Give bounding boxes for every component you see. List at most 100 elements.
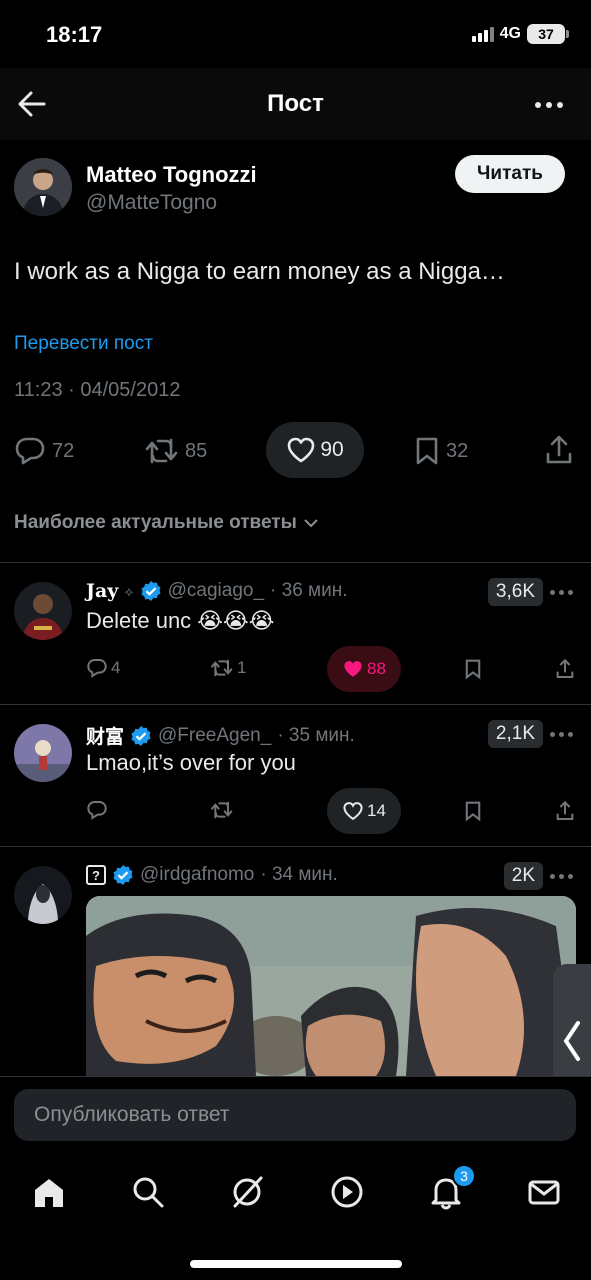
repost-icon [145, 438, 178, 464]
author-handle[interactable]: @MatteTogno [86, 191, 217, 215]
avatar[interactable] [14, 582, 72, 640]
reply-button[interactable]: 72 [14, 436, 74, 466]
reply-header: Jay ⟡ @cagiago_ · 36 мин. [86, 580, 348, 602]
comment-icon [87, 659, 107, 678]
status-time: 18:17 [46, 22, 103, 47]
repost-button[interactable] [210, 800, 234, 820]
author-name[interactable]: Matteo Tognozzi [86, 162, 257, 188]
reply-author-name[interactable]: 财富 [86, 722, 124, 749]
like-button[interactable]: 90 [266, 422, 364, 478]
share-button[interactable] [555, 658, 575, 680]
reply-count: 72 [52, 439, 75, 462]
reply-author-name[interactable]: Jay [86, 580, 118, 602]
translate-link[interactable]: Перевести пост [14, 333, 153, 355]
tab-home[interactable] [29, 1172, 69, 1212]
unknown-glyph-icon: ? [86, 865, 106, 885]
more-options-button[interactable] [535, 102, 563, 108]
bookmark-count: 32 [446, 439, 469, 462]
repost-button[interactable]: 1 [210, 658, 246, 678]
post-timestamp: 11:23 · 04/05/2012 [14, 379, 181, 401]
view-count-badge: 3,6K [487, 578, 543, 606]
tab-grok[interactable] [227, 1172, 267, 1212]
page-title: Пост [267, 90, 324, 117]
share-icon [556, 658, 574, 678]
repost-icon [211, 659, 233, 677]
tab-messages[interactable] [524, 1172, 564, 1212]
chevron-left-icon [563, 1021, 580, 1061]
like-button[interactable]: 14 [327, 788, 401, 834]
repost-count: 85 [185, 439, 208, 462]
tab-video[interactable] [327, 1172, 367, 1212]
repost-count: 1 [237, 658, 247, 677]
reply-author-handle[interactable]: @irdgafnomo [140, 864, 254, 886]
divider [0, 846, 591, 847]
search-icon [133, 1177, 164, 1208]
reply-text: Lmao,it’s over for you [86, 750, 296, 775]
comment-icon [15, 437, 45, 465]
view-count-badge: 2K [503, 862, 543, 890]
bookmark-button[interactable]: 32 [414, 436, 468, 466]
repost-icon [211, 801, 233, 819]
sort-label: Наиболее актуальные ответы [14, 512, 297, 533]
heart-icon [343, 802, 363, 821]
bookmark-icon [465, 659, 481, 680]
post-text: I work as a Nigga to earn money as a Nig… [14, 258, 505, 285]
verified-badge-icon [131, 725, 151, 746]
signal-icon [471, 26, 494, 42]
like-count: 88 [367, 659, 386, 678]
share-button[interactable] [555, 800, 575, 822]
reply-more-button[interactable] [550, 874, 573, 879]
reply-time: · 36 мин. [270, 580, 348, 601]
reply-more-button[interactable] [550, 732, 573, 737]
divider [0, 704, 591, 705]
play-icon [331, 1176, 363, 1208]
notification-badge: 3 [452, 1164, 476, 1188]
avatar[interactable] [14, 158, 72, 216]
like-count: 14 [367, 801, 386, 820]
tab-notifications[interactable]: 3 [426, 1164, 476, 1212]
share-icon [556, 800, 574, 820]
chevron-down-icon [304, 519, 318, 528]
reply-time: · 34 мин. [260, 864, 338, 885]
reply-button[interactable]: 4 [86, 658, 120, 678]
post-actions: 72 85 90 32 [0, 422, 591, 482]
view-count-badge: 2,1K [487, 720, 543, 748]
home-indicator [190, 1260, 402, 1268]
reply-text: Delete unc 😭😭😭 [86, 608, 275, 633]
like-count: 90 [320, 438, 344, 461]
bookmark-icon [416, 437, 438, 465]
reply-actions: 4 1 88 [0, 646, 591, 694]
reply-actions: 14 [0, 788, 591, 836]
home-icon [35, 1179, 63, 1207]
sort-dropdown[interactable]: Наиболее актуальные ответы [14, 512, 319, 534]
bookmark-button[interactable] [464, 800, 482, 822]
repost-button[interactable]: 85 [145, 436, 207, 466]
bottom-tab-bar: 3 [0, 1156, 591, 1280]
like-button[interactable]: 88 [327, 646, 401, 692]
heart-filled-icon [344, 661, 362, 677]
reply-author-handle[interactable]: @FreeAgen_ [158, 725, 271, 747]
reply-input[interactable]: Опубликовать ответ [14, 1089, 576, 1141]
share-button[interactable] [544, 434, 574, 466]
reply-header: 财富 @FreeAgen_ · 35 мин. [86, 722, 355, 749]
bookmark-button[interactable] [464, 658, 482, 680]
network-label: 4G [499, 25, 521, 42]
verified-badge-icon [141, 581, 161, 601]
status-indicators: 4G 37 [471, 24, 569, 44]
battery-icon: 37 [527, 24, 569, 44]
avatar[interactable] [14, 724, 72, 782]
reply-more-button[interactable] [550, 590, 573, 595]
reply-composer: Опубликовать ответ [0, 1076, 591, 1156]
avatar[interactable] [14, 866, 72, 924]
follow-button[interactable]: Читать [455, 155, 565, 193]
reply-author-handle[interactable]: @cagiago_ [168, 580, 264, 602]
divider [0, 562, 591, 563]
tab-search[interactable] [128, 1172, 168, 1212]
mail-icon [528, 1180, 560, 1205]
reply-media-image[interactable] [86, 896, 576, 1076]
reply-count: 4 [111, 658, 121, 677]
comment-icon [87, 801, 107, 820]
share-icon [546, 435, 572, 464]
reply-button[interactable] [86, 800, 108, 820]
bookmark-icon [465, 801, 481, 822]
